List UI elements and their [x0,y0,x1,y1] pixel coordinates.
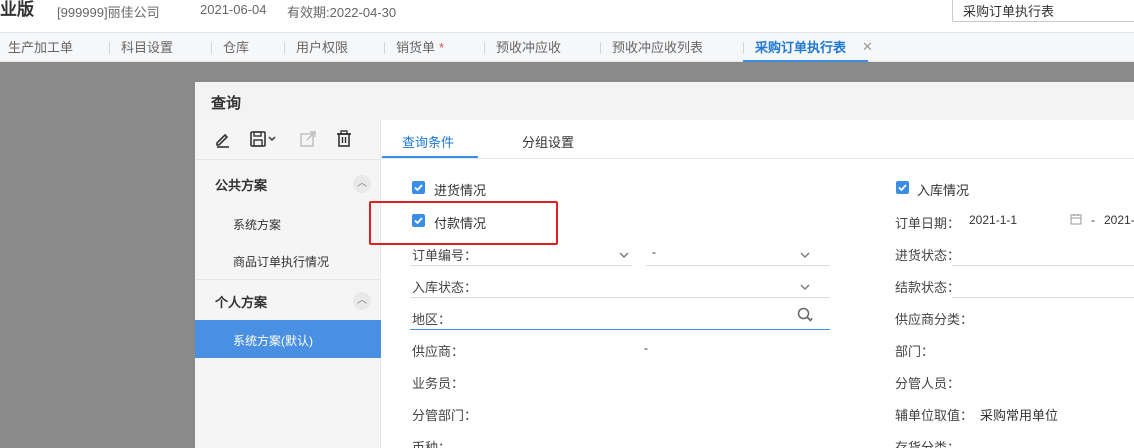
menu-search-input[interactable]: 采购订单执行表 [952,0,1134,22]
order-no-from-chevron-down-icon[interactable] [619,248,629,258]
tab-prepayment-offset[interactable]: 预收冲应收 [483,33,561,62]
system-date: 2021-06-04 [200,2,267,17]
plan-toolbar [195,120,381,160]
tab-account-settings[interactable]: 科目设置 [108,33,173,62]
dialog-title: 查询 [211,95,242,112]
region-label: 地区： [412,312,452,327]
active-tab-indicator [382,156,478,158]
purchase-status-checkbox[interactable] [412,181,425,194]
order-no-from-input[interactable] [410,265,632,266]
region-input[interactable] [410,329,830,330]
aux-unit-label: 辅单位取值： [895,408,974,423]
public-plans-title: 公共方案 [215,178,268,193]
tab-purchase-order-execution[interactable]: 采购订单执行表 [742,33,869,62]
currency-label: 币种： [412,440,452,448]
inventory-category-label: 存货分类： [895,440,961,448]
section-divider [195,279,381,280]
settlement-status-select[interactable] [952,297,1134,298]
dept-in-charge-label: 分管部门： [412,408,478,423]
company-name[interactable]: [999999]丽佳公司 [57,2,160,21]
query-dialog: 查询 公共方案 ︿ 系统方案 商品订单执行情况 个人方案 ︿ 系统方案(默认) [195,82,1134,448]
license-validity: 有效期:2022-04-30 [287,5,397,20]
department-label: 部门： [895,344,935,359]
close-tab-icon[interactable]: ✕ [862,40,874,53]
query-panel: 查询条件 分组设置 进货情况 付款情况 订单编号： - 入库状态： 地区： 供应… [382,120,1134,448]
tab-user-permissions[interactable]: 用户权限 [283,33,348,62]
order-date-separator: - [1091,213,1095,227]
stock-in-checkbox[interactable] [896,181,909,194]
unsaved-marker: * [439,40,445,55]
delete-icon[interactable] [335,130,355,150]
supplier-category-label: 供应商分类： [895,312,974,327]
edit-icon[interactable] [214,130,234,150]
supplier-label: 供应商： [412,344,465,359]
stock-in-status-select[interactable] [410,297,830,298]
save-icon[interactable] [250,130,280,150]
plan-panel: 公共方案 ︿ 系统方案 商品订单执行情况 个人方案 ︿ 系统方案(默认) [195,120,381,448]
tab-group-settings[interactable]: 分组设置 [522,132,574,151]
order-no-to-chevron-down-icon[interactable] [800,248,810,258]
order-date-to-input[interactable]: 2021- [1104,213,1134,227]
plan-item-system-default[interactable]: 系统方案(默认) [195,320,381,358]
supplier-separator: - [644,341,648,355]
page-tabs: 生产加工单 科目设置 仓库 用户权限 销货单 * 预收冲应收 预收冲应收列表 采购… [0,32,1134,62]
dialog-header: 查询 [195,82,1134,120]
tab-sales-order[interactable]: 销货单 * [383,33,445,62]
order-date-label: 订单日期： [895,216,961,231]
stock-in-status-label: 入库状态： [412,280,478,295]
staff-in-charge-label: 分管人员： [895,376,961,391]
export-icon[interactable] [299,130,319,150]
collapse-public-icon[interactable]: ︿ [353,175,371,193]
purchase-status-label: 进货情况 [434,183,487,198]
calendar-icon[interactable] [1070,213,1082,225]
settlement-status-label: 结款状态： [895,280,961,295]
personal-plans-title: 个人方案 [215,295,268,310]
region-search-icon[interactable] [796,306,814,324]
tab-warehouse[interactable]: 仓库 [210,33,249,62]
plan-item-goods-order-execution[interactable]: 商品订单执行情况 [233,253,329,270]
app-brand: 业版 [0,0,34,19]
purchase-state-label: 进货状态： [895,248,961,263]
purchase-state-select[interactable] [952,265,1134,266]
stock-in-status-chevron-down-icon[interactable] [800,280,810,290]
collapse-personal-icon[interactable]: ︿ [353,292,371,310]
annotation-highlight-box [369,201,558,245]
order-no-label: 订单编号： [412,248,478,263]
stock-in-label: 入库情况 [917,183,970,198]
tab-production-order[interactable]: 生产加工单 [8,33,73,62]
order-no-to-input[interactable] [646,265,830,266]
tab-prepayment-offset-list[interactable]: 预收冲应收列表 [599,33,703,62]
top-header: 业版 [999999]丽佳公司 2021-06-04 有效期:2022-04-3… [0,0,1134,32]
order-no-separator: - [652,245,656,259]
aux-unit-value[interactable]: 采购常用单位 [980,405,1058,424]
order-date-from-input[interactable]: 2021-1-1 [969,213,1017,227]
tab-query-conditions[interactable]: 查询条件 [402,132,454,151]
tab-divider [382,158,1134,159]
plan-item-system[interactable]: 系统方案 [233,216,281,233]
salesperson-label: 业务员： [412,376,465,391]
